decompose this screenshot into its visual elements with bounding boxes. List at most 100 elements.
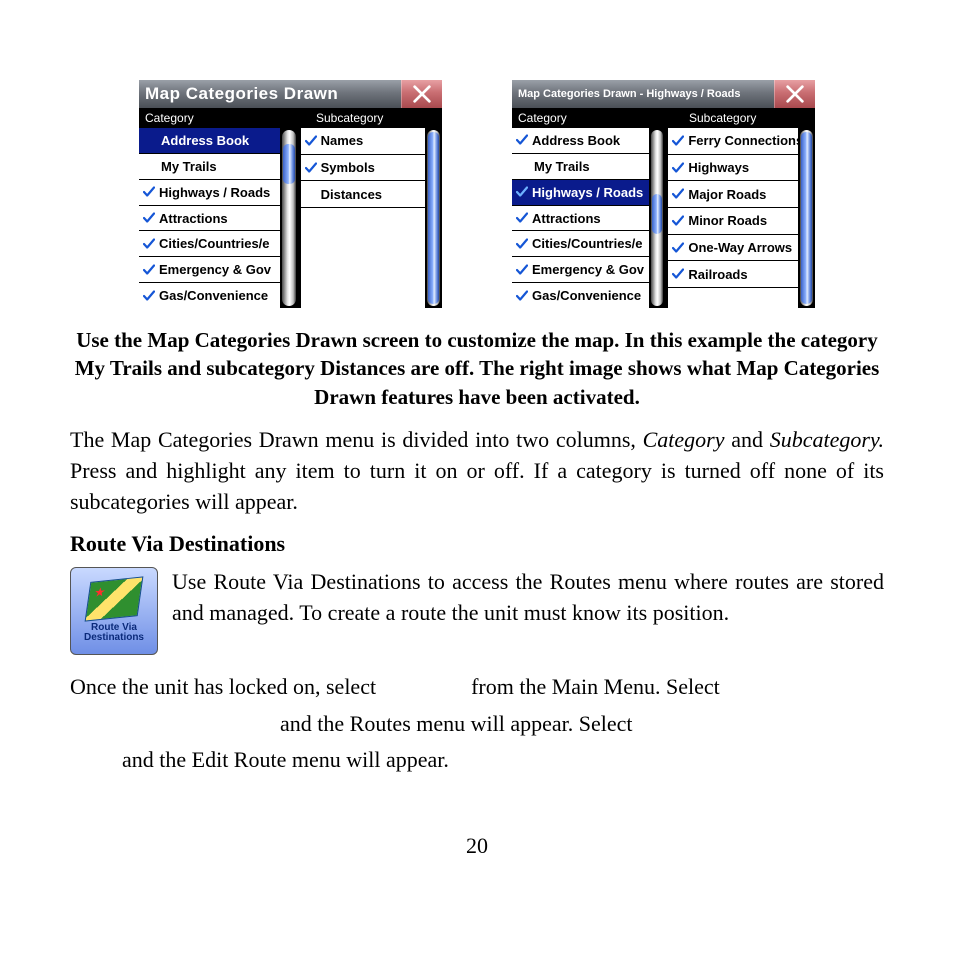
check-icon	[672, 215, 684, 227]
scrollbar-track	[282, 130, 295, 306]
check-icon	[143, 264, 155, 276]
body-paragraph-1: The Map Categories Drawn menu is divided…	[70, 425, 884, 517]
subcategory-header: Subcategory	[683, 111, 815, 125]
icon-label-line: Destinations	[84, 632, 144, 643]
category-row[interactable]: Attractions	[512, 206, 649, 232]
subcategory-row[interactable]: Major Roads	[668, 181, 798, 208]
category-label: My Trails	[534, 159, 590, 174]
text: The Map Categories Drawn menu is divided…	[70, 427, 643, 452]
manual-page: Map Categories Drawn Category Subcategor…	[0, 0, 954, 977]
check-icon	[143, 264, 155, 276]
text: from the Main Menu. Select	[471, 674, 720, 699]
close-icon	[784, 83, 806, 105]
category-scrollbar[interactable]	[280, 128, 297, 308]
subcategory-row[interactable]: Names	[301, 128, 425, 155]
category-label: Highways / Roads	[532, 185, 643, 200]
check-icon	[143, 238, 155, 250]
scrollbar-thumb[interactable]	[652, 194, 663, 234]
category-row[interactable]: Address Book	[139, 128, 280, 154]
category-row[interactable]: My Trails	[512, 154, 649, 180]
text: and the Routes menu will appear. Select	[280, 711, 633, 736]
subcategory-header: Subcategory	[310, 111, 442, 125]
scrollbar-thumb[interactable]	[283, 144, 294, 184]
screenshot-row: Map Categories Drawn Category Subcategor…	[70, 80, 884, 308]
icon-paragraph: Route Via Destinations Use Route Via Des…	[70, 567, 884, 655]
category-row[interactable]: Emergency & Gov	[139, 257, 280, 283]
icon-label: Route Via Destinations	[84, 623, 144, 644]
scrollbar-track	[800, 130, 813, 306]
subcategory-row[interactable]: Highways	[668, 155, 798, 182]
close-button[interactable]	[774, 80, 815, 108]
category-row[interactable]: My Trails	[139, 154, 280, 180]
text: and	[725, 427, 770, 452]
device-body: Address Book My Trails Highways / Roads …	[512, 128, 815, 308]
close-icon	[411, 83, 433, 105]
category-label: Highways / Roads	[159, 185, 270, 200]
icon-label-line: Route Via	[91, 622, 137, 633]
subcategory-list: Ferry Connections Highways Major Roads M…	[668, 128, 798, 308]
subcategory-row[interactable]: Symbols	[301, 155, 425, 182]
scrollbar-track	[427, 130, 440, 306]
category-scrollbar[interactable]	[649, 128, 666, 308]
check-icon	[143, 212, 155, 224]
check-placeholder	[305, 188, 317, 200]
check-icon	[143, 238, 155, 250]
check-icon	[143, 186, 155, 198]
category-row[interactable]: Gas/Convenience	[139, 283, 280, 308]
category-label: My Trails	[161, 159, 217, 174]
check-icon	[305, 135, 317, 147]
subcategory-row[interactable]: Railroads	[668, 261, 798, 288]
category-row[interactable]: Attractions	[139, 206, 280, 232]
check-icon	[672, 162, 684, 174]
check-icon	[672, 188, 684, 200]
category-list: Address Book My Trails Highways / Roads …	[512, 128, 649, 308]
scrollbar-thumb[interactable]	[801, 132, 812, 304]
text: Press and highlight any item to turn it …	[70, 458, 884, 514]
subcategory-row[interactable]: Distances	[301, 181, 425, 208]
subcategory-scrollbar[interactable]	[798, 128, 815, 308]
subcategory-label: Minor Roads	[688, 213, 767, 228]
text: Once the unit has locked on, select	[70, 674, 376, 699]
category-header: Category	[512, 111, 683, 125]
subcategory-label: Major Roads	[688, 187, 766, 202]
category-label: Gas/Convenience	[532, 288, 641, 303]
column-headers: Category Subcategory	[512, 108, 815, 128]
subcategory-label: Names	[321, 133, 364, 148]
check-icon	[672, 135, 684, 147]
scrollbar-thumb[interactable]	[428, 132, 439, 304]
category-row[interactable]: Highways / Roads	[139, 180, 280, 206]
page-number: 20	[70, 833, 884, 859]
category-list: Address Book My Trails Highways / Roads …	[139, 128, 280, 308]
category-row[interactable]: Address Book	[512, 128, 649, 154]
check-icon	[143, 212, 155, 224]
italic-term-category: Category	[643, 427, 725, 452]
category-row[interactable]: Gas/Convenience	[512, 283, 649, 308]
subcategory-row[interactable]: Ferry Connections	[668, 128, 798, 155]
check-icon	[143, 290, 155, 302]
subcategory-label: Symbols	[321, 160, 375, 175]
window-titlebar: Map Categories Drawn	[139, 80, 442, 108]
category-row[interactable]: Cities/Countries/e	[512, 231, 649, 257]
check-icon	[516, 186, 528, 198]
subcategory-label: Ferry Connections	[688, 133, 798, 148]
check-icon	[305, 162, 317, 174]
list-filler	[301, 208, 425, 308]
check-icon	[516, 212, 528, 224]
category-row[interactable]: Emergency & Gov	[512, 257, 649, 283]
subcategory-row[interactable]: Minor Roads	[668, 208, 798, 235]
subcategory-row[interactable]: One-Way Arrows	[668, 235, 798, 262]
category-row[interactable]: Cities/Countries/e	[139, 231, 280, 257]
device-screenshot-left: Map Categories Drawn Category Subcategor…	[139, 80, 442, 308]
subcategory-scrollbar[interactable]	[425, 128, 442, 308]
category-row[interactable]: Highways / Roads	[512, 180, 649, 206]
list-filler	[668, 288, 798, 308]
check-icon	[516, 290, 528, 302]
check-icon	[516, 264, 528, 276]
body-paragraph-2: Use Route Via Destinations to access the…	[172, 567, 884, 629]
window-title: Map Categories Drawn - Highways / Roads	[512, 80, 774, 108]
check-icon	[672, 135, 684, 147]
body-paragraph-3: Once the unit has locked on, select from …	[70, 669, 884, 778]
category-label: Gas/Convenience	[159, 288, 268, 303]
close-button[interactable]	[401, 80, 442, 108]
category-label: Cities/Countries/e	[532, 236, 643, 251]
